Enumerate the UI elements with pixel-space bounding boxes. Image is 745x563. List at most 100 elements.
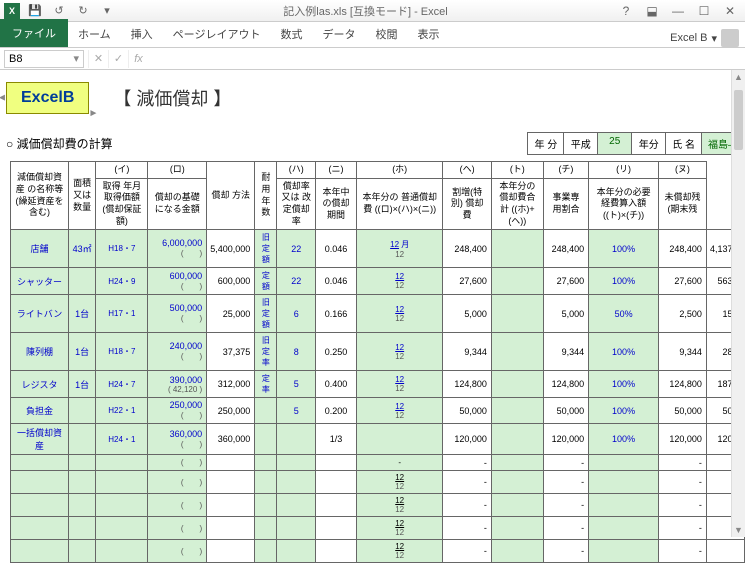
biz-cell[interactable]: 100% [589, 424, 659, 455]
period-cell[interactable]: 1212 [356, 398, 442, 424]
tab-view[interactable]: 表示 [407, 21, 449, 47]
years-cell[interactable] [277, 424, 316, 455]
ribbon-collapse-button[interactable]: ⬓ [641, 2, 663, 20]
tab-file[interactable]: ファイル [0, 19, 68, 47]
biz-cell[interactable]: 100% [589, 398, 659, 424]
user-account[interactable]: Excel B ▾ [670, 29, 745, 47]
name-box[interactable]: B8▾ [4, 50, 84, 68]
biz-cell[interactable]: 100% [589, 371, 659, 398]
table-row[interactable]: ( )1212--- [11, 471, 745, 494]
table-row[interactable]: 負担金 H22・1 250,000( ) 250,000 5 0.200 121… [11, 398, 745, 424]
tab-review[interactable]: 校閲 [365, 21, 407, 47]
formula-input[interactable] [148, 50, 745, 68]
fx-button[interactable]: fx [128, 50, 148, 68]
period-cell[interactable]: 1212 [356, 295, 442, 333]
confirm-icon[interactable]: ✓ [108, 50, 128, 68]
inc-cell[interactable] [491, 333, 543, 371]
inc-cell[interactable] [491, 371, 543, 398]
minimize-button[interactable]: ― [667, 2, 689, 20]
table-row[interactable]: ( )1212--- [11, 517, 745, 540]
ym-cell[interactable]: H24・9 [96, 268, 148, 295]
cost-cell[interactable]: 240,000( ) [148, 333, 207, 371]
cost-cell[interactable]: 390,000( 42,120 ) [148, 371, 207, 398]
ym-cell[interactable]: H18・7 [96, 333, 148, 371]
biz-cell[interactable]: 100% [589, 333, 659, 371]
years-cell[interactable]: 22 [277, 230, 316, 268]
save-icon[interactable]: 💾 [26, 2, 44, 20]
meta-cell[interactable]: 25 [597, 133, 631, 154]
cancel-icon[interactable]: ✕ [88, 50, 108, 68]
ym-cell[interactable]: H24・7 [96, 371, 148, 398]
table-row[interactable]: 一括償却資産 H24・1 360,000( ) 360,000 1/3 120,… [11, 424, 745, 455]
inc-cell[interactable] [491, 295, 543, 333]
asset-name-cell[interactable]: ライトバン [11, 295, 69, 333]
ym-cell[interactable]: H22・1 [96, 398, 148, 424]
asset-name-cell[interactable]: 一括償却資産 [11, 424, 69, 455]
table-row[interactable]: ( )1212--- [11, 540, 745, 563]
cost-cell[interactable]: 360,000( ) [148, 424, 207, 455]
area-cell[interactable] [69, 268, 96, 295]
method-cell[interactable]: 定額 [255, 268, 277, 295]
period-cell[interactable]: 12 月12 [356, 230, 442, 268]
maximize-button[interactable]: ☐ [693, 2, 715, 20]
asset-name-cell[interactable]: 店舗 [11, 230, 69, 268]
scroll-down-icon[interactable]: ▼ [732, 523, 745, 537]
inc-cell[interactable] [491, 268, 543, 295]
asset-name-cell[interactable]: シャッター [11, 268, 69, 295]
qa-more-button[interactable]: ▾ [98, 2, 116, 20]
area-cell[interactable]: 43㎡ [69, 230, 96, 268]
scroll-up-icon[interactable]: ▲ [732, 70, 745, 84]
method-cell[interactable]: 旧定率 [255, 333, 277, 371]
table-row[interactable]: 陳列棚 1台 H18・7 240,000( ) 37,375 旧定率 8 0.2… [11, 333, 745, 371]
table-row[interactable]: レジスタ 1台 H24・7 390,000( 42,120 ) 312,000 … [11, 371, 745, 398]
method-cell[interactable] [255, 424, 277, 455]
ym-cell[interactable]: H17・1 [96, 295, 148, 333]
table-row[interactable]: ( )1212--- [11, 494, 745, 517]
biz-cell[interactable]: 100% [589, 268, 659, 295]
biz-cell[interactable]: 100% [589, 230, 659, 268]
cost-cell[interactable]: 6,000,000( ) [148, 230, 207, 268]
period-cell[interactable]: 1212 [356, 371, 442, 398]
years-cell[interactable]: 8 [277, 333, 316, 371]
asset-name-cell[interactable]: 負担金 [11, 398, 69, 424]
asset-name-cell[interactable]: 陳列棚 [11, 333, 69, 371]
help-button[interactable]: ? [615, 2, 637, 20]
tab-data[interactable]: データ [312, 21, 365, 47]
method-cell[interactable]: 旧定額 [255, 230, 277, 268]
years-cell[interactable]: 6 [277, 295, 316, 333]
area-cell[interactable]: 1台 [69, 295, 96, 333]
redo-button[interactable]: ↻ [74, 2, 92, 20]
close-button[interactable]: ✕ [719, 2, 741, 20]
table-row[interactable]: 店舗 43㎡ H18・7 6,000,000( ) 5,400,000 旧定額 … [11, 230, 745, 268]
tab-pagelayout[interactable]: ページレイアウト [163, 21, 271, 47]
period-cell[interactable]: 1212 [356, 268, 442, 295]
table-row[interactable]: シャッター H24・9 600,000( ) 600,000 定額 22 0.0… [11, 268, 745, 295]
area-cell[interactable] [69, 398, 96, 424]
tab-home[interactable]: ホーム [68, 21, 121, 47]
worksheet[interactable]: ExcelB 【 減価償却 】 ○ 減価償却費の計算 年 分 平成 25 年分 … [0, 70, 745, 563]
method-cell[interactable]: 旧定額 [255, 295, 277, 333]
area-cell[interactable] [69, 424, 96, 455]
ym-cell[interactable]: H18・7 [96, 230, 148, 268]
inc-cell[interactable] [491, 398, 543, 424]
inc-cell[interactable] [491, 230, 543, 268]
years-cell[interactable]: 22 [277, 268, 316, 295]
table-row[interactable]: ( )---- [11, 455, 745, 471]
undo-button[interactable]: ↺ [50, 2, 68, 20]
cost-cell[interactable]: 500,000( ) [148, 295, 207, 333]
area-cell[interactable]: 1台 [69, 333, 96, 371]
ym-cell[interactable]: H24・1 [96, 424, 148, 455]
method-cell[interactable]: 定率 [255, 371, 277, 398]
cost-cell[interactable]: 600,000( ) [148, 268, 207, 295]
tab-formulas[interactable]: 数式 [270, 21, 312, 47]
biz-cell[interactable]: 50% [589, 295, 659, 333]
period-cell[interactable]: 1212 [356, 333, 442, 371]
years-cell[interactable]: 5 [277, 398, 316, 424]
inc-cell[interactable] [491, 424, 543, 455]
years-cell[interactable]: 5 [277, 371, 316, 398]
method-cell[interactable] [255, 398, 277, 424]
cost-cell[interactable]: 250,000( ) [148, 398, 207, 424]
asset-name-cell[interactable]: レジスタ [11, 371, 69, 398]
tab-insert[interactable]: 挿入 [121, 21, 163, 47]
area-cell[interactable]: 1台 [69, 371, 96, 398]
